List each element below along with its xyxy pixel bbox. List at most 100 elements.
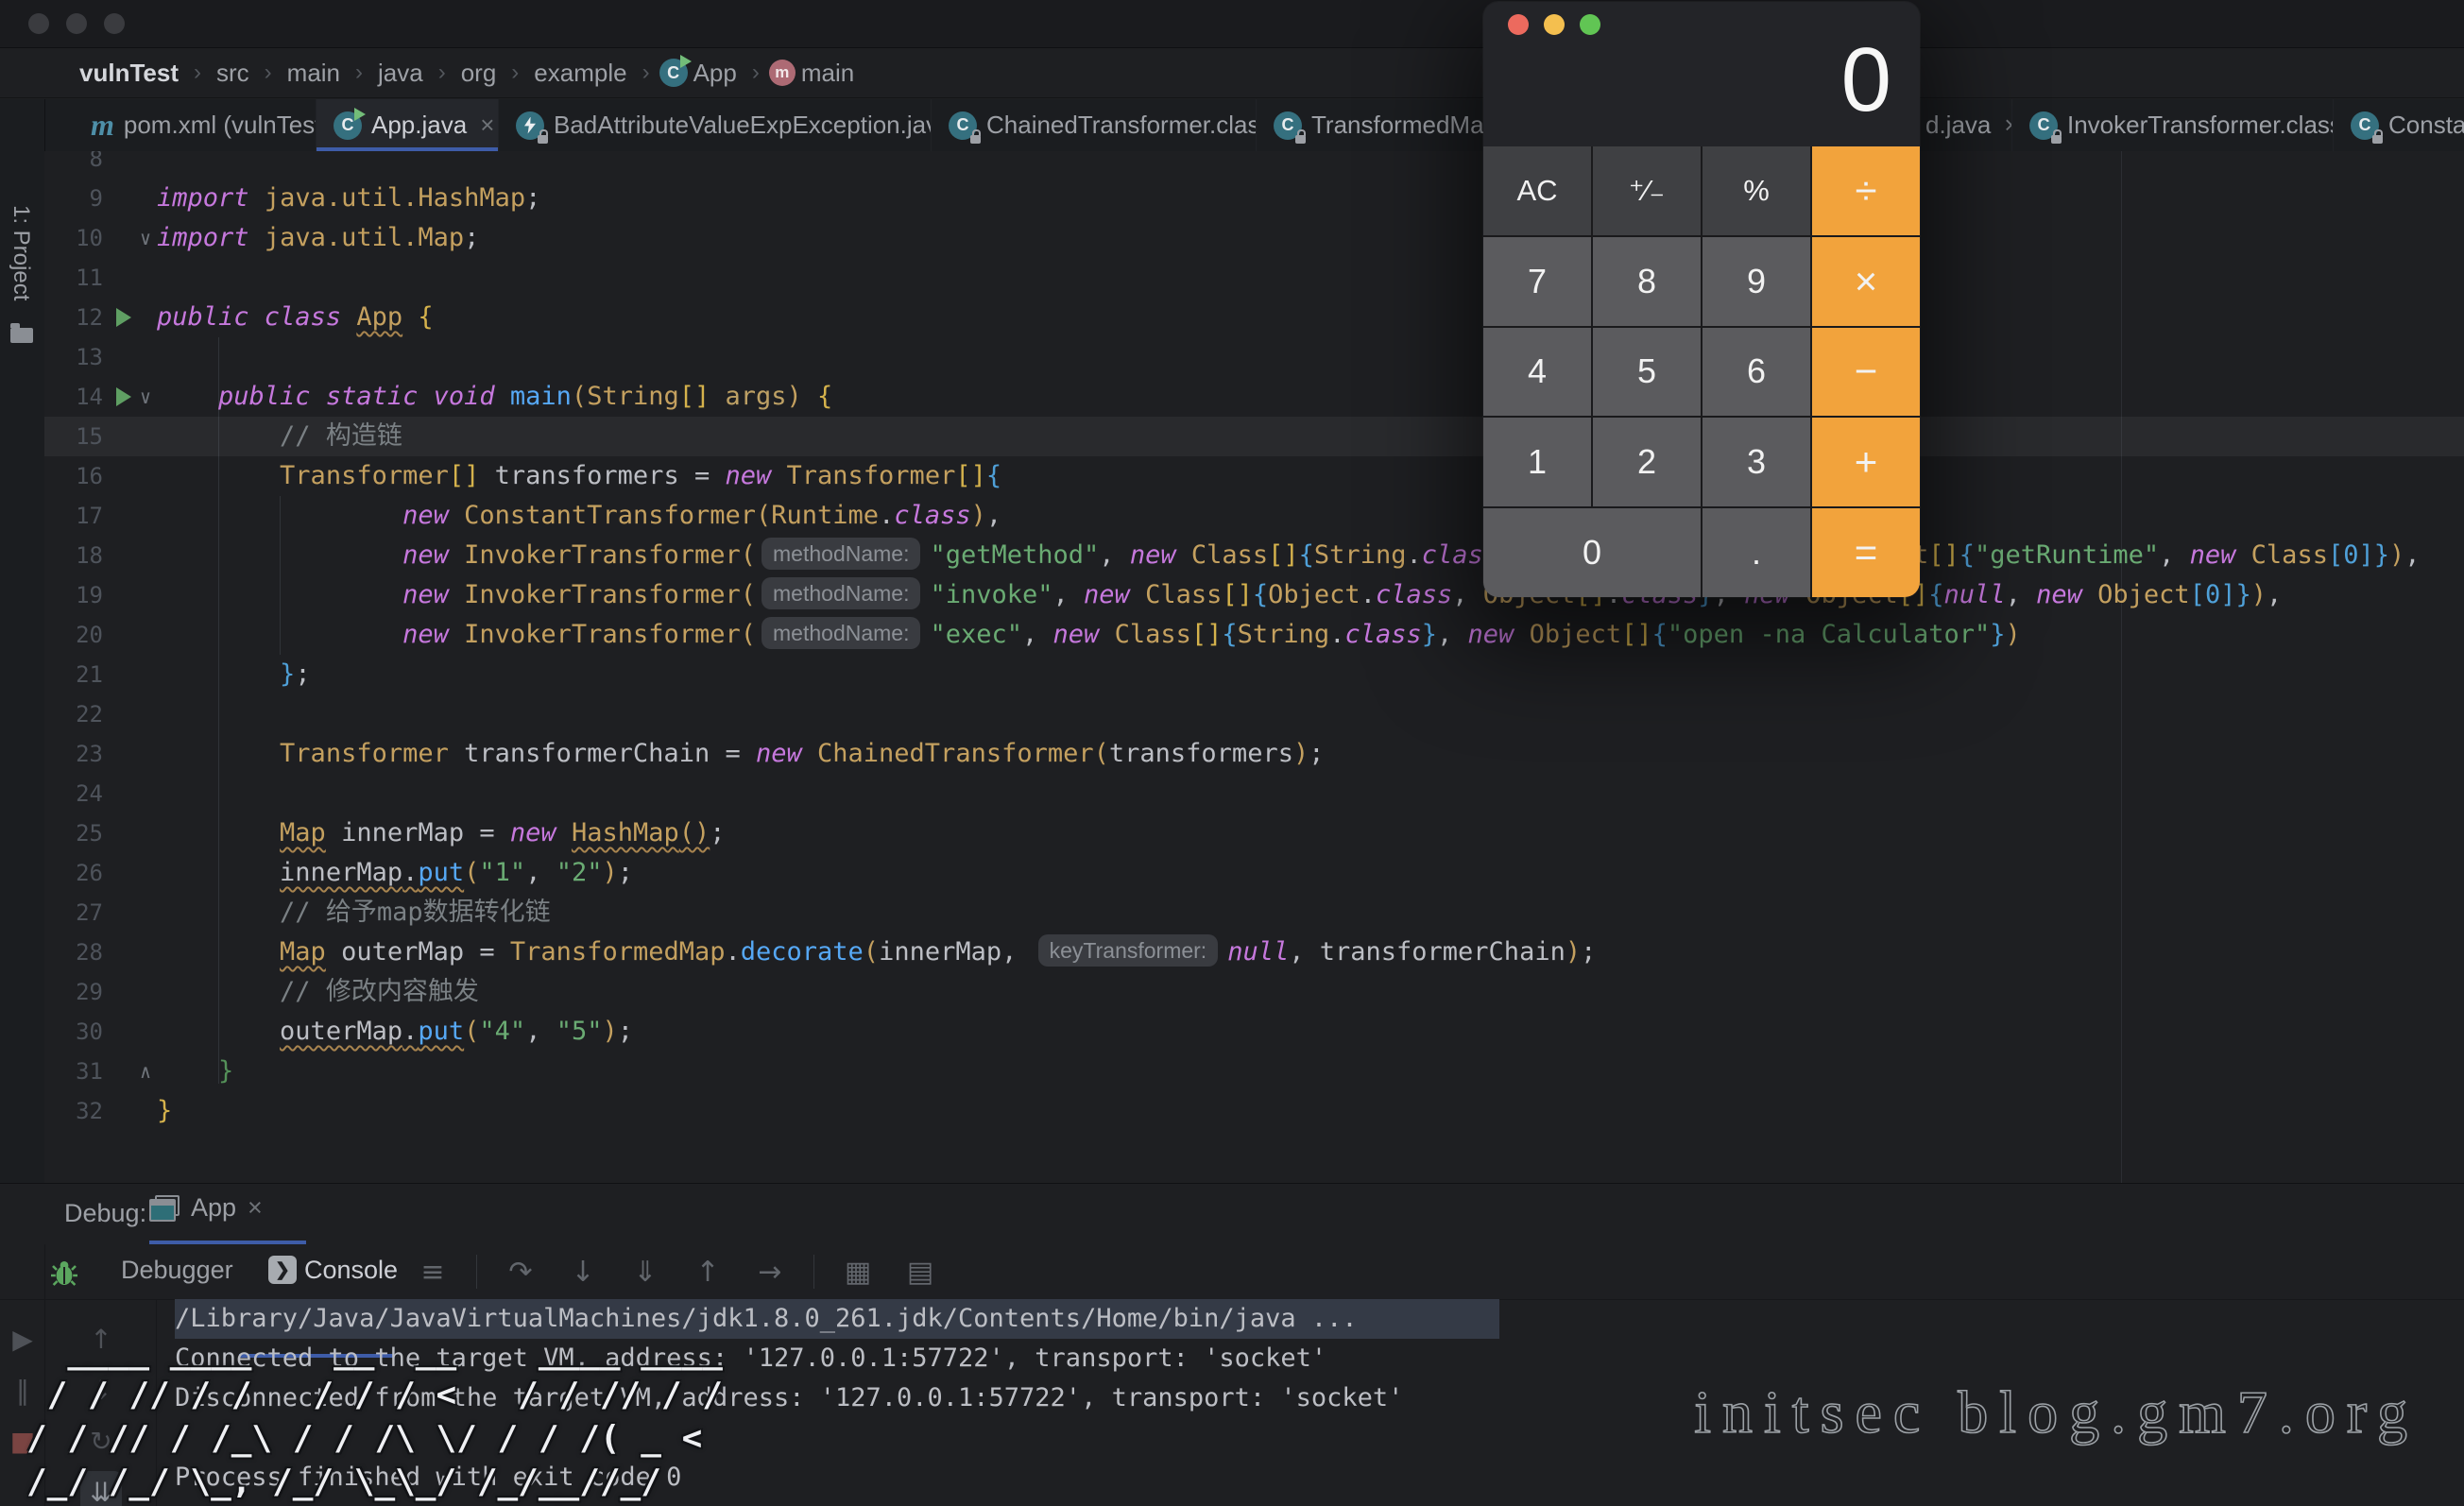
tab-pom-xml-vulntest-[interactable]: mpom.xml (vulnTest)×	[74, 99, 317, 151]
calc-button-7[interactable]: 7	[1483, 237, 1591, 326]
breadcrumb-item-vulntest[interactable]: vulnTest	[79, 59, 179, 88]
breadcrumb-item-org[interactable]: org	[461, 59, 497, 88]
calc-zoom-button[interactable]	[1580, 14, 1600, 35]
code-line-22[interactable]: 22	[44, 694, 2464, 734]
breadcrumb-item-example[interactable]: example	[534, 59, 626, 88]
code-line-25[interactable]: 25 Map innerMap = new HashMap();	[44, 813, 2464, 853]
tab-badattributevalueexpexception-java[interactable]: BadAttributeValueExpException.java×	[499, 99, 932, 151]
tab-chainedtransformer-class[interactable]: CChainedTransformer.class×	[932, 99, 1257, 151]
code-line-16[interactable]: 16 Transformer[] transformers = new Tran…	[44, 456, 2464, 496]
calc-button--[interactable]: .	[1703, 508, 1810, 597]
step-into-icon[interactable]: ⇓	[626, 1256, 664, 1289]
calc-button--[interactable]: %	[1703, 146, 1810, 235]
close-icon[interactable]: ×	[248, 1193, 263, 1223]
calc-button--[interactable]: ⁺⁄₋	[1593, 146, 1701, 235]
code-line-31[interactable]: 31∧ }	[44, 1052, 2464, 1091]
layout-settings-icon[interactable]: ▤	[901, 1256, 939, 1289]
pause-icon[interactable]: ‖	[2, 1369, 43, 1411]
next-frame-icon[interactable]: ↓	[80, 1369, 122, 1411]
gutter	[103, 893, 157, 933]
calc-button--[interactable]: −	[1812, 328, 1920, 417]
window-minimize-button[interactable]	[66, 13, 87, 34]
code-line-8[interactable]: 8	[44, 151, 2464, 179]
code-line-19[interactable]: 19 new InvokerTransformer(methodName:"in…	[44, 575, 2464, 615]
prev-frame-icon[interactable]: ↑	[80, 1318, 122, 1360]
code-line-17[interactable]: 17 new ConstantTransformer(Runtime.class…	[44, 496, 2464, 536]
tab-consta[interactable]: CConsta	[2334, 99, 2464, 151]
calc-button-4[interactable]: 4	[1483, 328, 1591, 417]
code-line-26[interactable]: 26 innerMap.put("1", "2");	[44, 853, 2464, 893]
tab-invokertransformer-class[interactable]: CInvokerTransformer.class×	[2012, 99, 2334, 151]
console-output[interactable]: /Library/Java/JavaVirtualMachines/jdk1.8…	[156, 1299, 2464, 1506]
tab-d-java[interactable]: d.java×	[1908, 99, 2012, 151]
code-line-9[interactable]: 9import java.util.HashMap;	[44, 179, 2464, 218]
step-out-icon[interactable]: ↑	[689, 1256, 727, 1289]
calc-close-button[interactable]	[1508, 14, 1529, 35]
code-line-27[interactable]: 27 // 给予map数据转化链	[44, 893, 2464, 933]
calc-button-ac[interactable]: AC	[1483, 146, 1591, 235]
calc-button--[interactable]: ÷	[1812, 146, 1920, 235]
run-gutter-icon[interactable]	[116, 308, 131, 327]
code-line-28[interactable]: 28 Map outerMap = TransformedMap.decorat…	[44, 933, 2464, 972]
calc-button--[interactable]: +	[1812, 418, 1920, 506]
calc-minimize-button[interactable]	[1544, 14, 1565, 35]
tab-console[interactable]: Console	[304, 1256, 398, 1285]
code-line-23[interactable]: 23 Transformer transformerChain = new Ch…	[44, 734, 2464, 774]
breadcrumb-item-app[interactable]: App	[693, 59, 737, 88]
breadcrumb-item-src[interactable]: src	[216, 59, 249, 88]
run-gutter-icon[interactable]	[116, 387, 131, 406]
close-icon[interactable]: ×	[480, 111, 494, 140]
calc-button-0[interactable]: 0	[1483, 508, 1701, 597]
calc-button-6[interactable]: 6	[1703, 328, 1810, 417]
stop-icon[interactable]: ■	[2, 1420, 43, 1462]
code-line-11[interactable]: 11	[44, 258, 2464, 298]
calc-button-5[interactable]: 5	[1593, 328, 1701, 417]
calc-button-8[interactable]: 8	[1593, 237, 1701, 326]
fold-icon[interactable]: ∧	[140, 1052, 151, 1091]
debug-session-tab[interactable]: App ×	[149, 1193, 263, 1223]
step-over-icon[interactable]: ↓	[564, 1256, 602, 1289]
breadcrumb-item-java[interactable]: java	[378, 59, 423, 88]
project-tool-strip[interactable]: 1: Project	[0, 99, 45, 1183]
project-strip-label[interactable]: 1: Project	[8, 205, 34, 300]
breadcrumb-item-main[interactable]: main	[287, 59, 340, 88]
resume-icon[interactable]: ▶	[2, 1318, 43, 1360]
calc-button-2[interactable]: 2	[1593, 418, 1701, 506]
gutter: ∨	[103, 377, 157, 417]
close-icon[interactable]: ×	[2004, 111, 2012, 140]
code-line-10[interactable]: 10∨import java.util.Map;	[44, 218, 2464, 258]
calc-button--[interactable]: ×	[1812, 237, 1920, 326]
scroll-to-end-icon[interactable]: ⇊	[80, 1471, 122, 1506]
code-line-30[interactable]: 30 outerMap.put("4", "5");	[44, 1012, 2464, 1052]
code-line-15[interactable]: 15 // 构造链	[44, 417, 2464, 456]
calc-button--[interactable]: =	[1812, 508, 1920, 597]
breadcrumb-item-main[interactable]: main	[801, 59, 854, 88]
code-line-20[interactable]: 20 new InvokerTransformer(methodName:"ex…	[44, 615, 2464, 655]
code-line-32[interactable]: 32}	[44, 1091, 2464, 1131]
evaluate-expression-icon[interactable]: ▦	[839, 1256, 877, 1289]
restore-layout-icon[interactable]: ↻	[80, 1420, 122, 1462]
fold-icon[interactable]: ∨	[140, 377, 151, 417]
debug-label: Debug:	[64, 1199, 146, 1228]
fold-icon[interactable]: ∨	[140, 218, 151, 258]
code-line-12[interactable]: 12public class App {	[44, 298, 2464, 337]
code-line-21[interactable]: 21 };	[44, 655, 2464, 694]
tab-app-java[interactable]: CApp.java×	[317, 99, 499, 151]
console-text: Disconnected from the target VM, address…	[175, 1383, 1403, 1412]
window-zoom-button[interactable]	[104, 13, 125, 34]
code-line-13[interactable]: 13	[44, 337, 2464, 377]
calc-button-9[interactable]: 9	[1703, 237, 1810, 326]
show-execution-point-icon[interactable]: ↷	[502, 1256, 539, 1289]
options-menu-icon[interactable]: ≡	[414, 1256, 452, 1289]
code-line-14[interactable]: 14∨ public static void main(String[] arg…	[44, 377, 2464, 417]
code-editor[interactable]: 89import java.util.HashMap;10∨import jav…	[44, 151, 2464, 1183]
run-to-cursor-icon[interactable]: →	[751, 1256, 789, 1289]
tab-debugger[interactable]: Debugger	[121, 1256, 233, 1285]
code-line-18[interactable]: 18 new InvokerTransformer(methodName:"ge…	[44, 536, 2464, 575]
window-close-button[interactable]	[28, 13, 49, 34]
calc-button-3[interactable]: 3	[1703, 418, 1810, 506]
calc-button-1[interactable]: 1	[1483, 418, 1591, 506]
code-line-24[interactable]: 24	[44, 774, 2464, 813]
line-number: 12	[44, 298, 103, 337]
code-line-29[interactable]: 29 // 修改内容触发	[44, 972, 2464, 1012]
